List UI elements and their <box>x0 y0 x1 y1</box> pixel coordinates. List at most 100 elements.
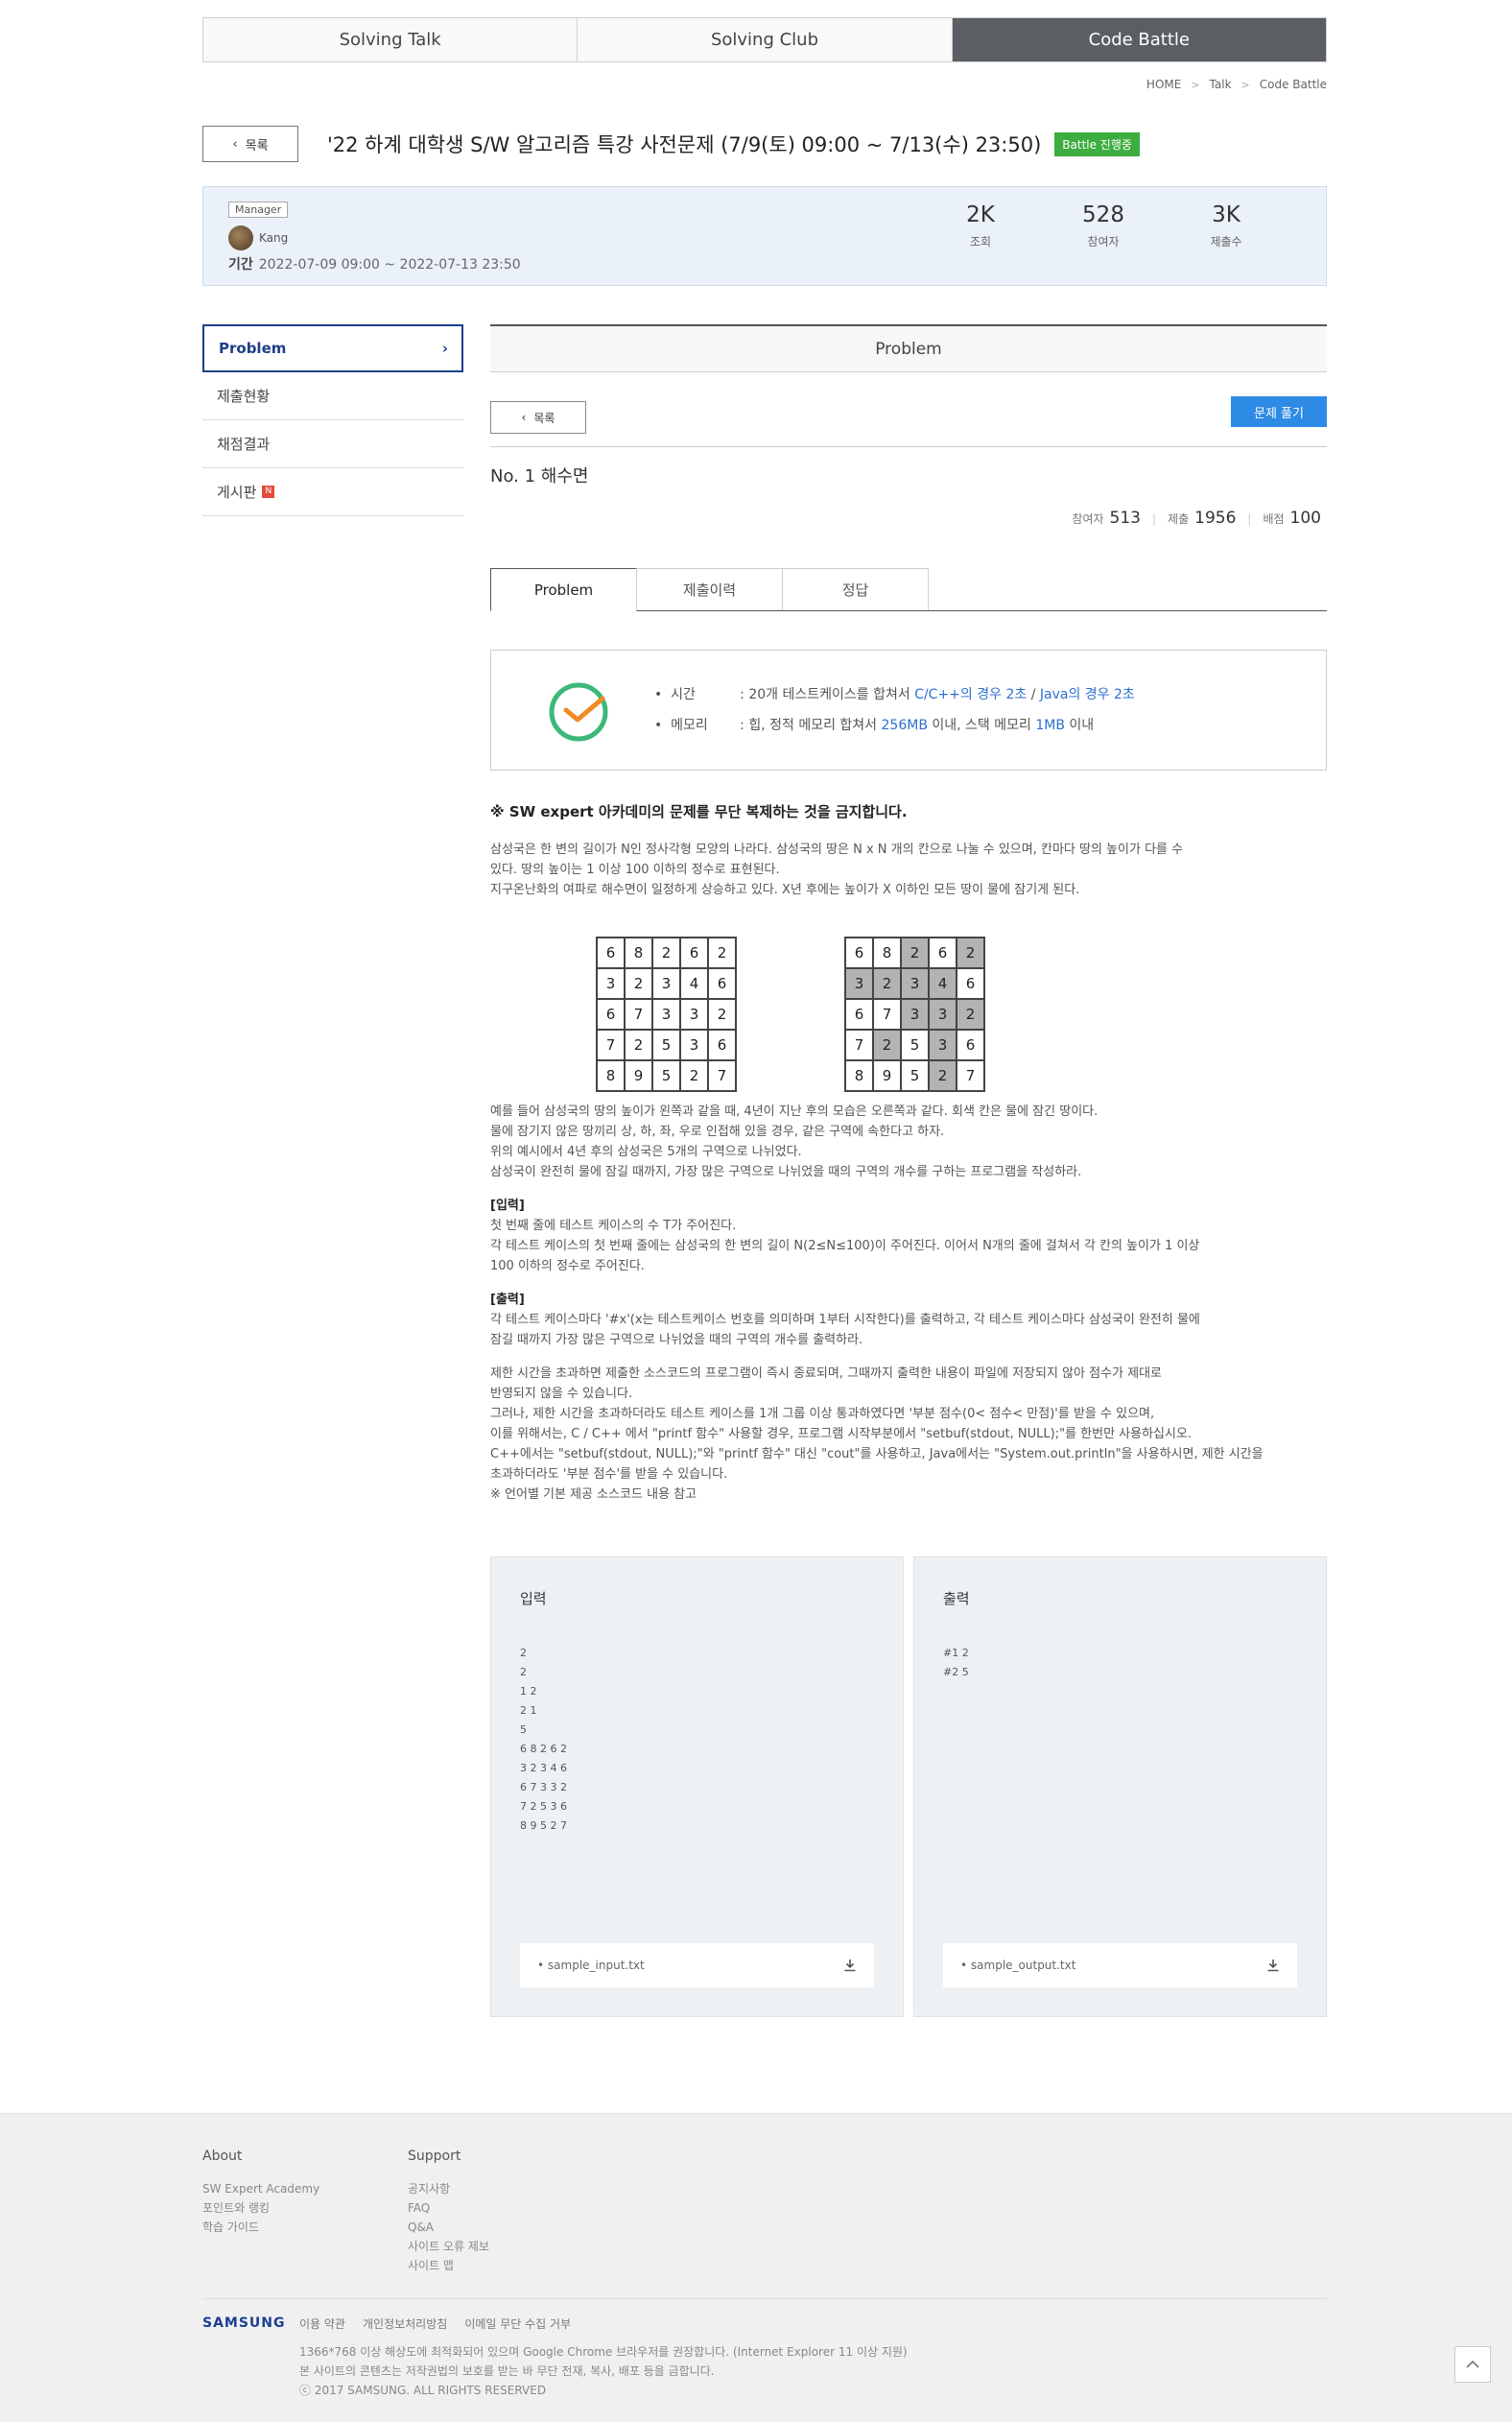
grid-cell: 9 <box>624 1059 653 1092</box>
footer-link[interactable]: FAQ <box>408 2198 489 2218</box>
paragraph-line: 이를 위해서는, C / C++ 에서 "printf 함수" 사용할 경우, … <box>490 1427 1193 1441</box>
footer-notes: 1366*768 이상 해상도에 최적화되어 있으며 Google Chrome… <box>299 2342 908 2400</box>
side-item-submissions[interactable]: 제출현황 <box>202 372 463 420</box>
footer-note: 1366*768 이상 해상도에 최적화되어 있으며 Google Chrome… <box>299 2345 908 2359</box>
grid-row: 72536 <box>596 1029 737 1061</box>
new-badge: N <box>262 486 275 498</box>
score-value: 100 <box>1289 509 1321 528</box>
scroll-to-top-button[interactable] <box>1454 2346 1491 2383</box>
grid-row: 67332 <box>596 998 737 1031</box>
grid-cell: 5 <box>651 1029 681 1061</box>
paragraph-line: 지구온난화의 여파로 해수면이 일정하게 상승하고 있다. X년 후에는 높이가… <box>490 883 1080 897</box>
bullet: • <box>654 718 672 733</box>
manager-name: Kang <box>259 231 289 245</box>
side-item-board[interactable]: 게시판 N <box>202 468 463 516</box>
breadcrumb-talk[interactable]: Talk <box>1210 78 1232 91</box>
privacy-link[interactable]: 개인정보처리방침 <box>363 2315 447 2332</box>
grid-cell: 3 <box>651 998 681 1031</box>
back-button-label: 목록 <box>245 138 269 154</box>
paragraph-line: 삼성국이 완전히 물에 잠길 때까지, 가장 많은 구역으로 나뉘었을 때의 구… <box>490 1165 1082 1179</box>
list-button[interactable]: ‹ 목록 <box>490 401 586 434</box>
footer-link[interactable]: 공지사항 <box>408 2179 489 2198</box>
grid-cell: 2 <box>956 937 985 969</box>
intro-text: 삼성국은 한 변의 길이가 N인 정사각형 모양의 나라다. 삼성국의 땅은 N… <box>490 840 1327 900</box>
example-grids: 6826232346673327253689527 68262323466733… <box>596 937 985 1092</box>
footer-link[interactable]: SW Expert Academy <box>202 2179 319 2198</box>
side-item-problem[interactable]: Problem › <box>202 324 463 372</box>
solve-problem-button[interactable]: 문제 풀기 <box>1231 396 1327 427</box>
problem-stats: 참여자 513 | 제출 1956 | 배점 100 <box>490 509 1327 528</box>
grid-cell: 5 <box>900 1059 930 1092</box>
input-heading: [입력] <box>490 1199 525 1213</box>
tab-solving-talk[interactable]: Solving Talk <box>203 18 579 61</box>
footer-link[interactable]: 포인트와 랭킹 <box>202 2198 319 2218</box>
terms-link[interactable]: 이용 약관 <box>299 2315 345 2332</box>
paragraph-line: ※ 언어별 기본 제공 소스코드 내용 참고 <box>490 1487 697 1502</box>
clock-check-icon <box>549 682 608 742</box>
grid-cell: 6 <box>844 937 874 969</box>
sample-output-download[interactable]: • sample_output.txt <box>943 1943 1297 1987</box>
grid-row: 68262 <box>596 937 737 969</box>
footer-link[interactable]: 학습 가이드 <box>202 2218 319 2237</box>
sample-input-download[interactable]: • sample_input.txt <box>520 1943 874 1987</box>
breadcrumb-code-battle[interactable]: Code Battle <box>1260 78 1327 91</box>
time-limit: • 시간: 20개 테스트케이스를 합쳐서 C/C++의 경우 2초 / Jav… <box>654 679 1135 710</box>
email-policy-link[interactable]: 이메일 무단 수집 거부 <box>464 2315 571 2332</box>
grid-cell: 7 <box>844 1029 874 1061</box>
stat-submissions: 3K 제출수 <box>1165 202 1288 249</box>
grid-row: 67332 <box>844 998 985 1031</box>
tab-answer[interactable]: 정답 <box>782 568 929 610</box>
grid-cell: 3 <box>596 967 626 1000</box>
memory-limit-key: 메모리 <box>671 718 708 733</box>
footer-policy-links: 이용 약관 개인정보처리방침 이메일 무단 수집 거부 <box>299 2315 571 2332</box>
footer-link[interactable]: Q&A <box>408 2218 489 2237</box>
stat-label: 제출수 <box>1210 235 1242 249</box>
sample-io: 입력 2 2 1 2 2 1 5 6 8 2 6 2 3 2 3 4 6 6 7… <box>490 1556 1327 2017</box>
footer-note: 본 사이트의 콘텐츠는 저작권법의 보호를 받는 바 무단 전재, 복사, 배포… <box>299 2364 715 2378</box>
time-limit-java: Java의 경우 2초 <box>1039 687 1135 702</box>
time-limit-text: : 20개 테스트케이스를 합쳐서 <box>740 687 915 702</box>
tab-submit-history[interactable]: 제출이력 <box>636 568 783 610</box>
grid-cell: 6 <box>679 937 709 969</box>
stat-value: 528 <box>1082 202 1124 227</box>
chevron-right-icon: › <box>441 340 448 357</box>
grid-cell: 7 <box>872 998 902 1031</box>
tab-code-battle[interactable]: Code Battle <box>952 18 1326 61</box>
problem-title: No. 1 해수면 <box>490 466 589 487</box>
height-grid-before: 6826232346673327253689527 <box>596 937 737 1092</box>
grid-cell: 5 <box>900 1029 930 1061</box>
paragraph-line: 각 테스트 케이스의 첫 번째 줄에는 삼성국의 한 변의 길이 N(2≤N≤1… <box>490 1239 1200 1253</box>
footer-link[interactable]: 사이트 오류 제보 <box>408 2237 489 2256</box>
paragraph-line: 첫 번째 줄에 테스트 케이스의 수 T가 주어진다. <box>490 1219 737 1233</box>
breadcrumb-home[interactable]: HOME <box>1146 78 1181 91</box>
participants-label: 참여자 <box>1072 512 1104 526</box>
paragraph-line: 100 이하의 정수로 주어진다. <box>490 1259 645 1273</box>
tab-problem[interactable]: Problem <box>490 568 637 611</box>
paragraph-line: 있다. 땅의 높이는 1 이상 100 이하의 정수로 표현된다. <box>490 863 780 877</box>
battle-period: 기간 2022-07-09 09:00 ~ 2022-07-13 23:50 <box>228 254 521 273</box>
sample-output-data: #1 2 #2 5 <box>943 1647 969 1678</box>
grid-cell: 2 <box>872 1029 902 1061</box>
paragraph-line: 물에 잠기지 않은 땅끼리 상, 하, 좌, 우로 인접해 있을 경우, 같은 … <box>490 1125 945 1139</box>
time-limit-c: C/C++의 경우 2초 <box>914 687 1028 702</box>
stat-value: 3K <box>1212 202 1240 227</box>
submit-value: 1956 <box>1194 509 1237 528</box>
footer-note: ⓒ 2017 SAMSUNG. ALL RIGHTS RESERVED <box>299 2384 547 2397</box>
footer-link[interactable]: 사이트 맵 <box>408 2256 489 2275</box>
bullet: • <box>654 687 672 702</box>
memory-limit: • 메모리: 힙, 정적 메모리 합쳐서 256MB 이내, 스택 메모리 1M… <box>654 710 1135 741</box>
notes: 제한 시간을 초과하면 제출한 소스코드의 프로그램이 즉시 종료되며, 그때까… <box>490 1364 1327 1505</box>
grid-cell: 3 <box>900 998 930 1031</box>
back-to-list-button[interactable]: ‹ 목록 <box>202 126 298 162</box>
breadcrumb: HOME > Talk > Code Battle <box>202 75 1327 94</box>
limits-box: • 시간: 20개 테스트케이스를 합쳐서 C/C++의 경우 2초 / Jav… <box>490 650 1327 771</box>
grid-cell: 3 <box>900 967 930 1000</box>
grid-cell: 6 <box>956 967 985 1000</box>
page-title: '22 하계 대학생 S/W 알고리즘 특강 사전문제 (7/9(토) 09:0… <box>327 133 1042 156</box>
grid-cell: 2 <box>872 967 902 1000</box>
chevron-left-icon: ‹ <box>521 411 527 424</box>
tab-solving-club[interactable]: Solving Club <box>578 18 953 61</box>
side-item-results[interactable]: 채점결과 <box>202 420 463 468</box>
paragraph-line: 초과하더라도 '부분 점수'를 받을 수 있습니다. <box>490 1467 728 1482</box>
grid-cell: 2 <box>679 1059 709 1092</box>
